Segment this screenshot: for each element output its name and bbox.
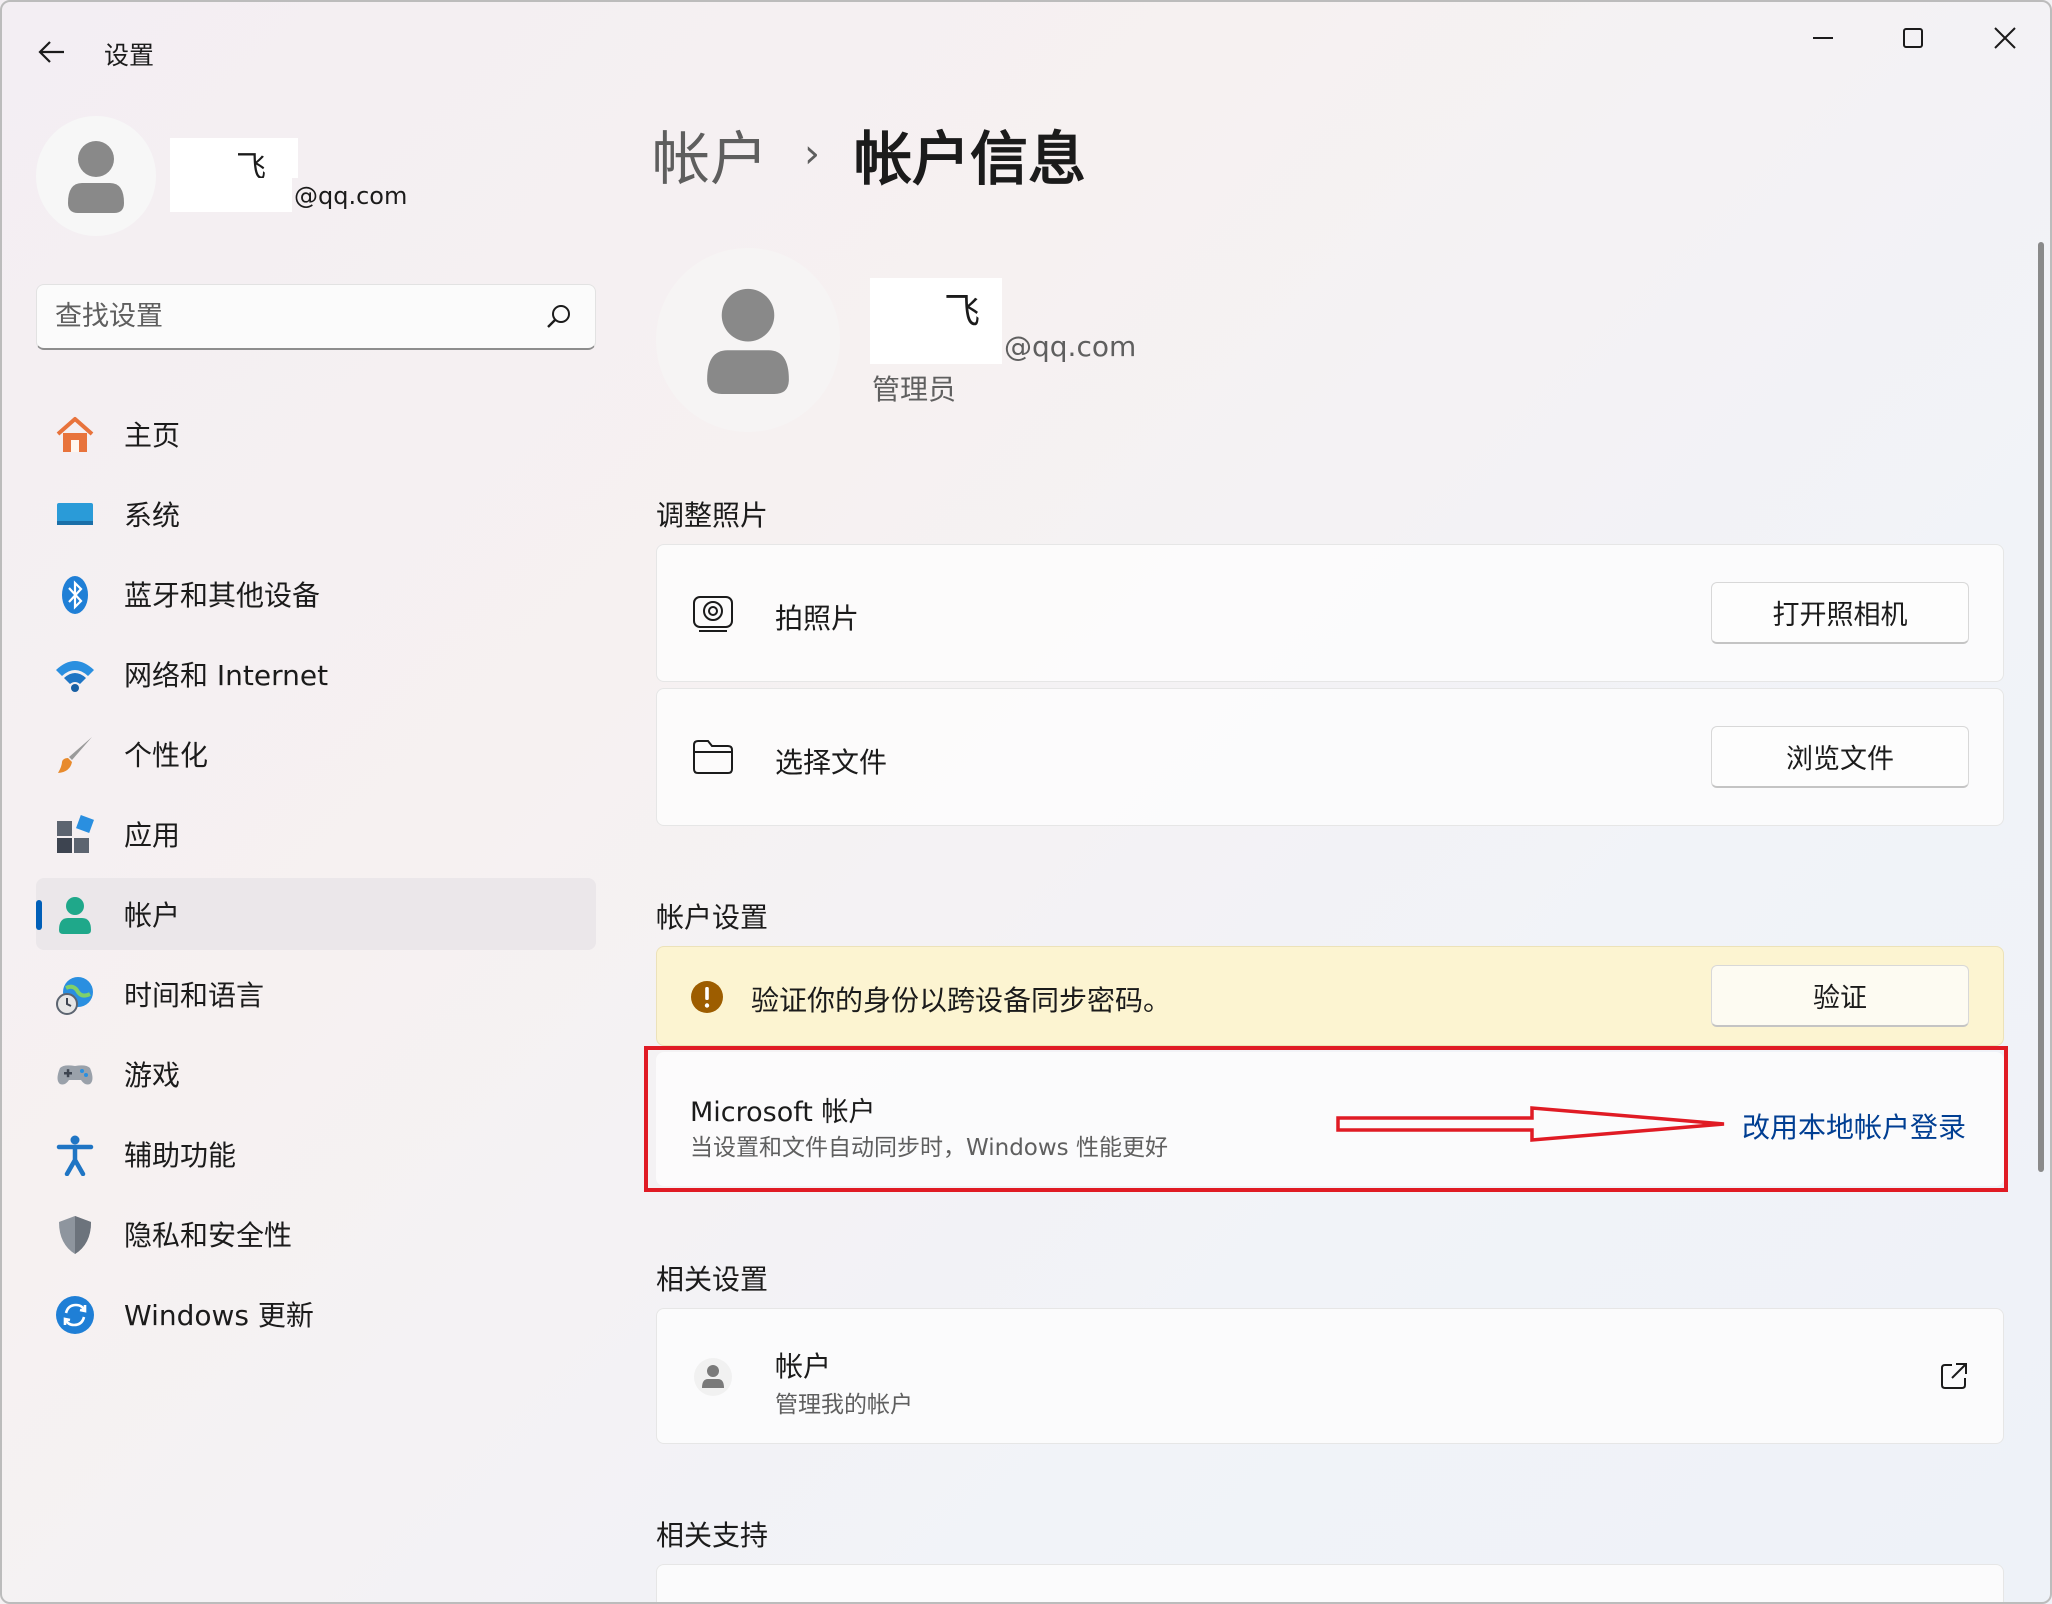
breadcrumb-parent[interactable]: 帐户 [652, 112, 768, 196]
wifi-icon [56, 661, 94, 692]
sidebar-item-accessibility[interactable]: 辅助功能 [36, 1118, 596, 1190]
open-camera-button[interactable]: 打开照相机 [1711, 582, 1969, 644]
sidebar-item-label: 帐户 [124, 899, 181, 932]
sidebar-item-personalization[interactable]: 个性化 [36, 718, 596, 790]
maximize-icon [1903, 28, 1923, 48]
sidebar-item-label: 蓝牙和其他设备 [124, 579, 321, 612]
gamepad-icon [57, 1065, 93, 1085]
settings-window: 设置 飞 @qq.com 主页 系统 蓝牙和其他设备 [0, 0, 2052, 1604]
breadcrumb: 帐户 › 帐户信息 [652, 114, 1086, 194]
section-title-related-support: 相关支持 [656, 1519, 769, 1552]
browse-files-button[interactable]: 浏览文件 [1711, 726, 1969, 788]
account-name: 飞 [944, 291, 981, 332]
back-button[interactable] [28, 28, 76, 76]
back-arrow-icon [38, 41, 64, 63]
camera-icon [693, 596, 733, 632]
verify-button[interactable]: 验证 [1711, 965, 1969, 1027]
sidebar-item-accounts[interactable]: 帐户 [36, 878, 596, 950]
take-photo-label: 拍照片 [775, 602, 860, 635]
related-support-card [656, 1564, 2004, 1602]
minimize-icon [1813, 37, 1833, 39]
close-button[interactable] [1960, 8, 2050, 68]
external-link-icon[interactable] [1939, 1361, 1969, 1391]
folder-icon [693, 740, 733, 774]
minimize-button[interactable] [1778, 8, 1868, 68]
sidebar-item-label: 个性化 [124, 739, 209, 772]
search-box[interactable] [36, 284, 596, 350]
section-title-photo: 调整照片 [656, 499, 769, 532]
person-icon [694, 1358, 732, 1396]
sidebar-item-label: 游戏 [124, 1059, 181, 1092]
account-email: @qq.com [1004, 330, 1137, 363]
sidebar-item-apps[interactable]: 应用 [36, 798, 596, 870]
search-icon[interactable] [545, 303, 573, 331]
section-title-account-settings: 帐户设置 [656, 901, 769, 934]
sidebar-item-label: 网络和 Internet [124, 659, 329, 692]
page-title: 帐户信息 [854, 125, 1087, 193]
section-title-related-settings: 相关设置 [656, 1263, 769, 1296]
sidebar-item-label: 时间和语言 [124, 979, 265, 1012]
account-avatar [656, 248, 840, 432]
sidebar-item-system[interactable]: 系统 [36, 478, 596, 550]
microsoft-account-title: Microsoft 帐户 [690, 1097, 876, 1128]
choose-file-row: 选择文件 浏览文件 [656, 688, 2004, 826]
system-icon [57, 503, 93, 525]
warning-icon [691, 981, 723, 1013]
switch-local-account-link[interactable]: 改用本地帐户登录 [1742, 1106, 1966, 1146]
title-bar: 设置 [2, 2, 2050, 102]
sidebar-item-privacy[interactable]: 隐私和安全性 [36, 1198, 596, 1270]
breadcrumb-separator: › [804, 131, 821, 177]
account-role: 管理员 [872, 373, 957, 406]
sidebar-item-home[interactable]: 主页 [36, 398, 596, 470]
sidebar-item-bluetooth[interactable]: 蓝牙和其他设备 [36, 558, 596, 630]
redaction-block [170, 178, 292, 212]
shield-icon [59, 1216, 91, 1254]
sidebar-item-label: Windows 更新 [124, 1299, 314, 1332]
scrollbar[interactable] [2038, 242, 2044, 1172]
globe-clock-icon [56, 977, 93, 1015]
account-icon [59, 897, 91, 934]
update-icon [56, 1296, 94, 1334]
search-input[interactable] [55, 285, 535, 347]
redaction-block [870, 278, 1002, 328]
app-title: 设置 [104, 41, 155, 70]
verify-identity-row: 验证你的身份以跨设备同步密码。 验证 [656, 946, 2004, 1046]
sidebar-item-label: 辅助功能 [124, 1139, 237, 1172]
sidebar-item-label: 主页 [124, 419, 181, 452]
home-icon [56, 417, 94, 452]
sidebar-item-label: 隐私和安全性 [124, 1219, 293, 1252]
selected-indicator [36, 900, 42, 930]
redaction-block [870, 328, 1002, 364]
take-photo-row: 拍照片 打开照相机 [656, 544, 2004, 682]
related-accounts-title: 帐户 [775, 1350, 832, 1383]
sidebar-item-time-language[interactable]: 时间和语言 [36, 958, 596, 1030]
microsoft-account-subtitle: 当设置和文件自动同步时，Windows 性能更好 [690, 1135, 1168, 1161]
sidebar-item-gaming[interactable]: 游戏 [36, 1038, 596, 1110]
verify-identity-text: 验证你的身份以跨设备同步密码。 [751, 984, 1172, 1017]
related-accounts-row[interactable]: 帐户 管理我的帐户 [656, 1308, 2004, 1444]
sidebar-nav: 主页 系统 蓝牙和其他设备 网络和 Internet 个性化 应用 帐户 时间和… [36, 398, 596, 1358]
sidebar-item-label: 系统 [124, 499, 181, 532]
sidebar-item-label: 应用 [124, 819, 181, 852]
apps-icon [57, 815, 94, 853]
accessibility-icon [56, 1135, 94, 1176]
user-email: @qq.com [294, 182, 408, 210]
brush-icon [58, 737, 92, 773]
maximize-button[interactable] [1868, 8, 1958, 68]
related-accounts-subtitle: 管理我的帐户 [775, 1392, 913, 1418]
annotation-arrow [1336, 1106, 1725, 1142]
redaction-block [170, 138, 298, 178]
bluetooth-icon [62, 576, 88, 614]
sidebar-item-windows-update[interactable]: Windows 更新 [36, 1278, 596, 1350]
person-icon [707, 288, 789, 394]
person-icon [68, 141, 124, 213]
user-avatar[interactable] [36, 116, 156, 236]
choose-file-label: 选择文件 [775, 746, 888, 779]
sidebar-item-network[interactable]: 网络和 Internet [36, 638, 596, 710]
close-icon [1994, 27, 2016, 49]
